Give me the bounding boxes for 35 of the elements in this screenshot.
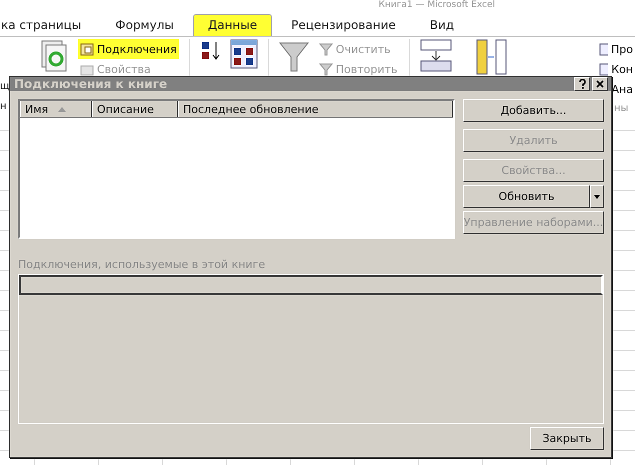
connections-icon [80,42,94,56]
close-icon [596,80,604,88]
sort-dialog-icon[interactable] [230,39,258,69]
dialog-title: Подключения к книге [14,77,168,91]
close-dialog-button[interactable]: Закрыть [530,427,604,450]
properties-icon [80,62,94,76]
cut-label: щ [0,80,8,94]
connections-button[interactable]: Подключения [78,39,179,59]
question-mark-icon [578,79,586,89]
ribbon-item[interactable]: Про [597,39,635,59]
dialog-button[interactable]: Добавить... [463,99,604,122]
connections-list[interactable]: Имя Описание Последнее обновление [18,99,455,239]
refresh-button[interactable]: Обновить [463,185,590,208]
ribbon-item-icon [599,62,608,76]
funnel-icon [318,42,333,56]
ribbon-tab[interactable]: Рецензирование [276,14,411,36]
column-header[interactable]: Описание [92,101,178,117]
table-arrow-icon[interactable] [420,39,452,73]
help-button[interactable] [574,77,590,91]
ribbon-tab[interactable]: Формулы [100,14,189,36]
app-title: Книга1 — Microsoft Excel [378,0,495,12]
cut-label: н [0,100,8,114]
columns-icon[interactable] [476,39,508,75]
ribbon-item-icon [599,42,608,56]
ribbon-item[interactable]: Кон [597,59,635,79]
caret-icon [594,194,600,198]
dropdown-button[interactable] [590,185,604,208]
close-button[interactable] [592,77,608,91]
ribbon-tab[interactable]: Вид [414,14,470,36]
ribbon-tab[interactable]: ка страницы [0,14,96,36]
column-header[interactable]: Имя [20,101,92,117]
column-header[interactable]: Последнее обновление [178,101,453,117]
section-label: Подключения, используемые в этой книге [18,258,266,271]
cut-label: ны [614,102,630,116]
ribbon-tab[interactable]: Данные [192,14,272,36]
